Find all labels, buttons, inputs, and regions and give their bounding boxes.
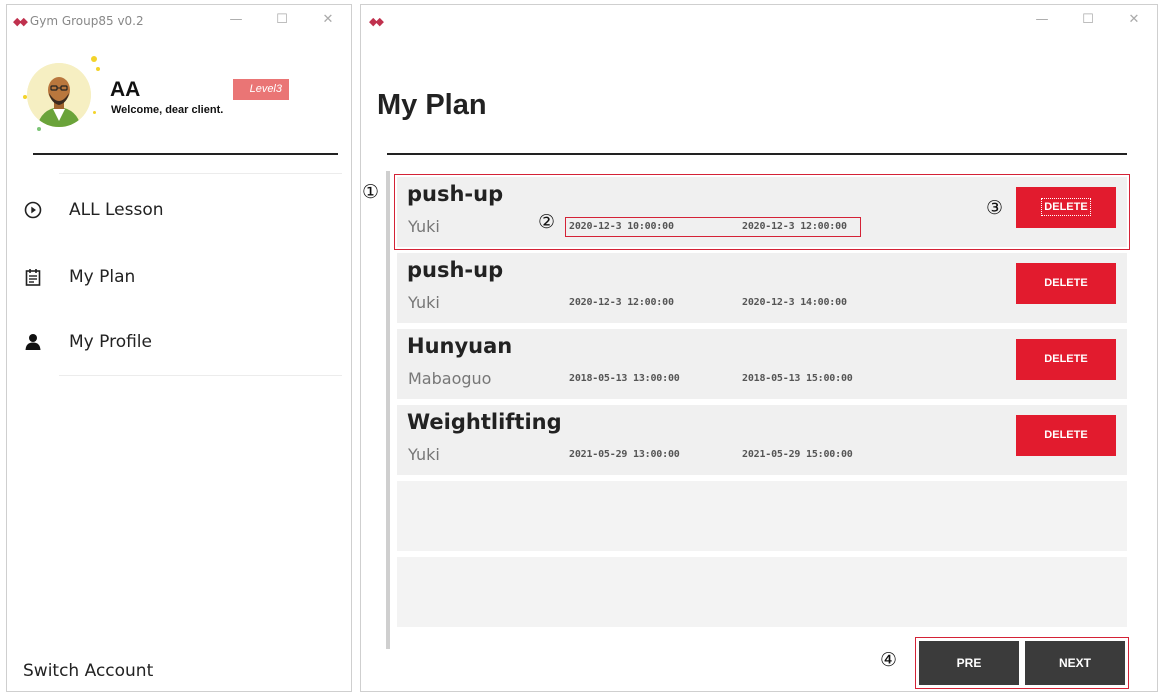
callout-2: ②: [538, 211, 556, 233]
sidebar-item-label: My Plan: [69, 267, 136, 287]
lesson-name: push-up: [407, 258, 504, 282]
coach-name: Yuki: [408, 217, 440, 236]
decor-dot: [96, 67, 100, 71]
user-name: AA: [110, 78, 141, 101]
calendar-list-icon: [23, 267, 43, 287]
start-time: 2018-05-13 13:00:00: [569, 373, 680, 384]
title-divider: [387, 153, 1127, 155]
empty-plan-row: [397, 557, 1127, 627]
callout-3: ③: [986, 197, 1004, 219]
decor-dot: [91, 56, 97, 62]
callout-1: ①: [362, 181, 380, 203]
prev-page-button[interactable]: PRE: [919, 641, 1019, 685]
coach-name: Mabaoguo: [408, 369, 492, 388]
title-bar: ◆◆ — ☐ ✕: [361, 5, 1157, 37]
lesson-name: push-up: [407, 182, 504, 206]
decor-dot: [93, 111, 96, 114]
start-time: 2020-12-3 12:00:00: [569, 297, 674, 308]
dumbbell-icon: ◆◆: [369, 14, 384, 28]
start-time: 2020-12-3 10:00:00: [569, 221, 674, 232]
plan-row: push-up Yuki 2020-12-3 10:00:00 2020-12-…: [394, 174, 1130, 250]
callout-4: ④: [880, 649, 898, 671]
nav-divider-bottom: [59, 375, 342, 376]
sidebar-item-my-profile[interactable]: My Profile: [23, 327, 152, 357]
empty-plan-row: [397, 481, 1127, 551]
close-button[interactable]: ✕: [305, 5, 351, 37]
window-title: Gym Group85 v0.2: [29, 14, 144, 28]
sidebar-item-all-lesson[interactable]: ALL Lesson: [23, 195, 164, 225]
sidebar-item-label: ALL Lesson: [69, 200, 164, 220]
decor-dot: [37, 127, 41, 131]
sidebar-window: ◆◆ Gym Group85 v0.2 — ☐ ✕ AA Welcome, de…: [6, 4, 352, 692]
coach-name: Yuki: [408, 293, 440, 312]
dumbbell-icon: ◆◆: [13, 14, 28, 28]
lesson-name: Weightlifting: [407, 410, 562, 434]
minimize-button[interactable]: —: [1019, 5, 1065, 37]
level-badge: Level3: [233, 79, 289, 100]
close-button[interactable]: ✕: [1111, 5, 1157, 37]
delete-button-label: DELETE: [1044, 353, 1088, 365]
end-time: 2020-12-3 14:00:00: [742, 297, 847, 308]
delete-button[interactable]: DELETE: [1016, 339, 1116, 380]
maximize-button[interactable]: ☐: [1065, 5, 1111, 37]
main-window: ◆◆ — ☐ ✕ My Plan push-up Yuki 2020-12-3 …: [360, 4, 1158, 692]
maximize-button[interactable]: ☐: [259, 5, 305, 37]
delete-button-label: DELETE: [1044, 277, 1088, 289]
end-time: 2020-12-3 12:00:00: [742, 221, 847, 232]
play-circle-icon: [23, 200, 43, 220]
sidebar-item-my-plan[interactable]: My Plan: [23, 262, 135, 292]
delete-button[interactable]: DELETE: [1016, 415, 1116, 456]
delete-button[interactable]: DELETE: [1016, 187, 1116, 228]
plan-row: push-up Yuki 2020-12-3 12:00:00 2020-12-…: [397, 253, 1127, 323]
list-scrollbar[interactable]: [386, 171, 390, 649]
next-page-button[interactable]: NEXT: [1025, 641, 1125, 685]
avatar[interactable]: [27, 63, 91, 127]
sidebar-item-label: My Profile: [69, 332, 152, 352]
coach-name: Yuki: [408, 445, 440, 464]
end-time: 2021-05-29 15:00:00: [742, 449, 853, 460]
nav-divider-top: [59, 173, 342, 174]
plan-row: Hunyuan Mabaoguo 2018-05-13 13:00:00 201…: [397, 329, 1127, 399]
switch-account-link[interactable]: Switch Account: [23, 661, 153, 681]
lesson-name: Hunyuan: [407, 334, 513, 358]
profile-divider: [33, 153, 338, 155]
welcome-message: Welcome, dear client.: [111, 104, 224, 116]
end-time: 2018-05-13 15:00:00: [742, 373, 853, 384]
user-icon: [23, 332, 43, 352]
title-bar: ◆◆ Gym Group85 v0.2 — ☐ ✕: [7, 5, 351, 37]
delete-button-label: DELETE: [1044, 429, 1088, 441]
plan-row: Weightlifting Yuki 2021-05-29 13:00:00 2…: [397, 405, 1127, 475]
page-title: My Plan: [377, 89, 487, 121]
minimize-button[interactable]: —: [213, 5, 259, 37]
start-time: 2021-05-29 13:00:00: [569, 449, 680, 460]
delete-button[interactable]: DELETE: [1016, 263, 1116, 304]
delete-button-label: DELETE: [1041, 198, 1091, 216]
